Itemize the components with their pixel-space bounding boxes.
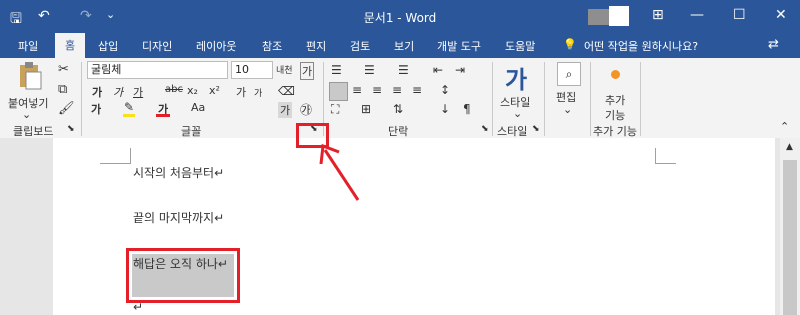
highlight-color-bar — [123, 114, 135, 117]
editing-dropdown-icon[interactable]: ⌄ — [563, 103, 572, 116]
group-separator — [492, 62, 493, 136]
customize-qat-icon[interactable]: ⌄ — [106, 8, 115, 21]
numbering-icon[interactable]: ☰ — [364, 63, 375, 77]
bold-icon[interactable]: 가 — [92, 84, 102, 100]
increase-indent-icon[interactable]: ⇥ — [455, 63, 465, 77]
superscript-icon[interactable]: x² — [209, 84, 220, 97]
share-icon[interactable]: ⇄ — [768, 37, 779, 52]
styles-dropdown-icon[interactable]: ⌄ — [513, 107, 522, 120]
styles-icon: 가 — [505, 66, 528, 94]
distributed-icon[interactable]: ≡ — [412, 83, 422, 97]
search-icon[interactable]: ⌕ — [557, 62, 581, 86]
align-center-icon[interactable]: ≡ — [352, 83, 362, 97]
window-title: 문서1 - Word — [363, 11, 437, 25]
char-border-icon[interactable]: 가 — [300, 62, 315, 80]
ribbon: 붙여넣기 ⌄ ✂ ⧉ 🖌 클립보드 ⬊ 굴림체 10 내천 가 가 가 가 ab… — [0, 58, 800, 139]
tab-home[interactable]: 홈 — [55, 33, 86, 58]
styles-launcher-icon[interactable]: ⬊ — [532, 124, 540, 134]
tab-developer[interactable]: 개발 도구 — [437, 38, 481, 54]
paragraph-launcher-icon[interactable]: ⬊ — [481, 124, 489, 134]
phonetic-guide-icon[interactable]: 내천 — [276, 63, 293, 76]
grow-font-icon[interactable]: 가 — [236, 84, 246, 100]
strikethrough-icon[interactable]: abc — [165, 84, 183, 95]
change-case-icon[interactable]: Aa — [191, 101, 205, 114]
shading-icon[interactable]: ⛶ — [331, 102, 339, 117]
tab-layout[interactable]: 레이아웃 — [196, 38, 236, 54]
font-size-field[interactable]: 10 — [231, 61, 273, 79]
tab-review[interactable]: 검토 — [350, 38, 370, 54]
scrollbar-thumb[interactable] — [783, 160, 797, 315]
scroll-up-icon[interactable]: ▲ — [786, 142, 793, 152]
line-spacing-icon[interactable]: ↕ — [440, 83, 450, 97]
annotation-arrow — [319, 143, 360, 201]
font-color-bar — [156, 114, 170, 117]
tab-references[interactable]: 참조 — [262, 38, 282, 54]
highlighter-icon[interactable]: ✎ — [124, 100, 134, 114]
close-icon[interactable]: ✕ — [775, 7, 787, 23]
underline-icon[interactable]: 가 — [133, 84, 143, 100]
text-effects-icon[interactable]: 가 — [91, 101, 101, 117]
sort-icon[interactable]: ↓ — [440, 102, 450, 116]
paste-dropdown-icon[interactable]: ⌄ — [22, 108, 31, 121]
align-right-icon[interactable]: ≡ — [372, 83, 382, 97]
tab-file[interactable]: 파일 — [18, 38, 38, 54]
tab-mailings[interactable]: 편지 — [306, 38, 326, 54]
tab-insert[interactable]: 삽입 — [98, 38, 118, 54]
paragraph-line[interactable]: 끝의 마지막까지↵ — [133, 209, 224, 226]
multilevel-list-icon[interactable]: ☰ — [398, 63, 409, 77]
collapse-ribbon-icon[interactable]: ⌃ — [780, 120, 789, 133]
font-group-label: 글꼴 — [181, 125, 202, 138]
align-left-icon[interactable] — [329, 82, 348, 101]
paste-icon[interactable] — [16, 62, 44, 92]
selected-text-annotation-box — [126, 248, 240, 303]
enclose-chars-icon[interactable]: ㉮ — [300, 101, 312, 118]
ribbon-display-icon[interactable]: ⊞ — [652, 7, 664, 23]
subscript-icon[interactable]: x₂ — [187, 84, 198, 97]
asian-layout-icon[interactable]: ⇅ — [393, 102, 403, 116]
clear-formatting-icon[interactable]: ⌫ — [278, 84, 295, 98]
addins-label-1[interactable]: 추가 — [605, 92, 625, 108]
addins-label-2[interactable]: 기능 — [605, 107, 625, 123]
lightbulb-icon: 💡 — [563, 38, 577, 51]
tab-view[interactable]: 보기 — [394, 38, 414, 54]
bullets-icon[interactable]: ☰ — [331, 63, 342, 77]
margin-corner-right — [655, 148, 676, 164]
copy-icon[interactable]: ⧉ — [58, 82, 67, 97]
redo-icon[interactable]: ↷ — [80, 8, 92, 24]
minimize-icon[interactable]: — — [690, 7, 704, 23]
addins-group-label: 추가 기능 — [593, 125, 637, 138]
tab-help[interactable]: 도움말 — [505, 38, 535, 54]
italic-icon[interactable]: 가 — [113, 84, 123, 100]
undo-icon[interactable]: ↶ — [38, 8, 50, 24]
cut-icon[interactable]: ✂ — [58, 62, 69, 77]
decrease-indent-icon[interactable]: ⇤ — [433, 63, 443, 77]
font-name-field[interactable]: 굴림체 — [87, 61, 228, 79]
shrink-font-icon[interactable]: 가 — [254, 86, 262, 99]
maximize-icon[interactable]: ☐ — [733, 7, 746, 23]
borders-icon[interactable]: ⊞ — [361, 102, 371, 116]
char-shading-icon[interactable]: 가 — [278, 102, 293, 118]
avatar[interactable] — [609, 6, 629, 26]
group-separator — [590, 62, 591, 136]
save-icon[interactable]: 🖫 — [10, 8, 22, 32]
paragraph-group-label: 단락 — [388, 125, 409, 138]
paragraph-line[interactable]: 시작의 처음부터↵ — [133, 164, 224, 181]
show-marks-icon[interactable]: ¶ — [463, 102, 471, 116]
format-painter-icon[interactable]: 🖌 — [58, 101, 75, 116]
clipboard-group-label: 클립보드 — [13, 125, 54, 138]
tell-me-search[interactable]: 어떤 작업을 원하시나요? — [584, 38, 698, 54]
clipboard-launcher-icon[interactable]: ⬊ — [67, 124, 75, 134]
group-separator — [81, 62, 82, 136]
group-separator — [640, 62, 641, 136]
title-bar: 🖫 ↶ ↷ ⌄ 문서1 - Word ⊞ — ☐ ✕ — [0, 0, 800, 33]
group-separator — [544, 62, 545, 136]
ribbon-tabs: 파일 홈 삽입 디자인 레이아웃 참조 편지 검토 보기 개발 도구 도움말 💡… — [0, 33, 800, 58]
tab-design[interactable]: 디자인 — [142, 38, 172, 54]
styles-group-label: 스타일 — [497, 125, 528, 138]
addins-icon — [611, 70, 620, 79]
justify-icon[interactable]: ≡ — [392, 83, 402, 97]
margin-corner-left — [100, 148, 131, 164]
